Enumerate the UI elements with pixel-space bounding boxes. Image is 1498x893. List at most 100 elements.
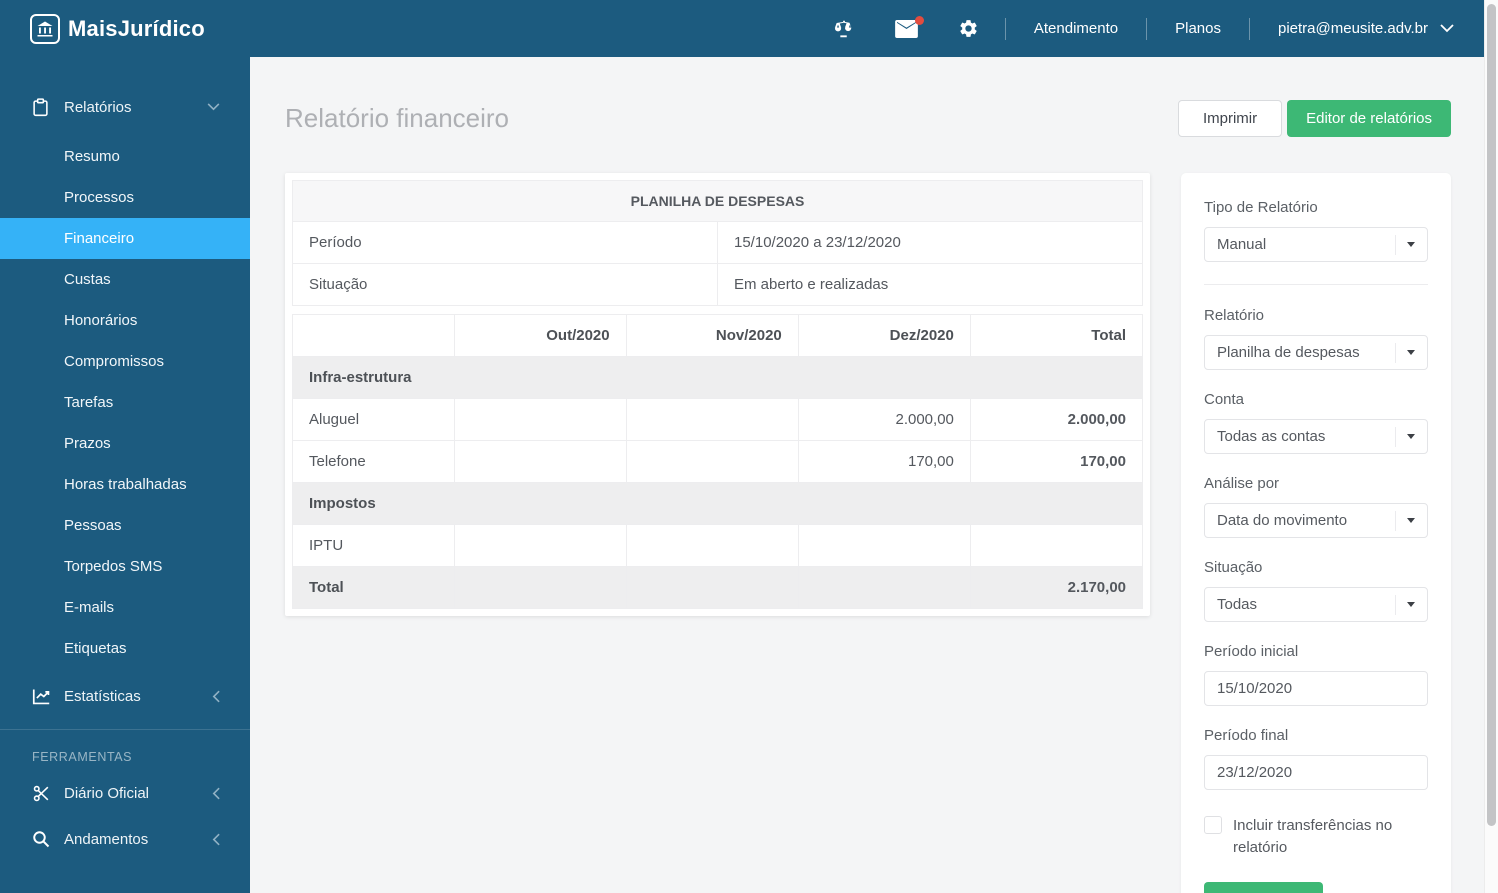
scrollbar-thumb[interactable] [1487, 4, 1496, 826]
periodo-final-label: Período final [1204, 727, 1289, 744]
page-actions: Imprimir Editor de relatórios [1177, 100, 1451, 137]
meta-row: Situação Em aberto e realizadas [292, 263, 1143, 306]
chevron-left-icon [212, 690, 220, 703]
analise-por-select[interactable]: Data do movimento [1204, 503, 1428, 538]
checkbox-label: Incluir transferências no relatório [1233, 817, 1393, 856]
meta-value: 15/10/2020 a 23/12/2020 [717, 221, 1143, 264]
report-card: PLANILHA DE DESPESAS Período 15/10/2020 … [285, 173, 1150, 616]
situacao-select[interactable]: Todas [1204, 587, 1428, 622]
sidebar-item-label: Estatísticas [64, 687, 141, 705]
situacao-label: Situação [1204, 559, 1263, 576]
chart-icon [32, 688, 51, 705]
sidebar-item-tarefas[interactable]: Tarefas [0, 382, 250, 423]
sidebar: Relatórios Resumo Processos Financeiro Cust… [0, 57, 250, 893]
topnav-planos[interactable]: Planos [1153, 20, 1243, 37]
section-row: Impostos [292, 482, 1143, 525]
sidebar-item-prazos[interactable]: Prazos [0, 423, 250, 464]
page-title: Relatório financeiro [285, 103, 510, 133]
relatorio-select[interactable]: Planilha de despesas [1204, 335, 1428, 370]
sidebar-item-torpedos-sms[interactable]: Torpedos SMS [0, 546, 250, 587]
periodo-inicial-label: Período inicial [1204, 643, 1299, 660]
divider [1004, 17, 1006, 40]
brand-name: MaisJurídico [68, 15, 205, 41]
page-scrollbar[interactable] [1484, 0, 1498, 893]
topbar: MaisJurídico Atendimento Planos pietra@m… [0, 0, 1484, 57]
print-button[interactable]: Imprimir [1177, 100, 1283, 137]
table-row: IPTU [292, 524, 1144, 567]
chevron-left-icon [212, 833, 220, 846]
tipo-relatorio-label: Tipo de Relatório [1204, 199, 1318, 216]
app-logo[interactable]: MaisJurídico [30, 13, 205, 44]
sidebar-item-label: Andamentos [64, 830, 149, 848]
analise-por-label: Análise por [1204, 475, 1280, 492]
page-header: Relatório financeiro Imprimir Editor de … [250, 57, 1484, 173]
conta-select[interactable]: Todas as contas [1204, 419, 1428, 454]
clipboard-icon [32, 97, 51, 117]
sidebar-item-estatisticas[interactable]: Estatísticas [0, 673, 250, 719]
conta-label: Conta [1204, 391, 1245, 408]
view-report-button[interactable]: Ver relatório [1204, 881, 1323, 893]
sidebar-item-honorarios[interactable]: Honorários [0, 300, 250, 341]
search-icon [32, 830, 51, 848]
meta-label: Período [292, 221, 718, 264]
report-data-table: Out/2020 Nov/2020 Dez/2020 Total Infra-estr… [292, 314, 1144, 609]
sidebar-item-pessoas[interactable]: Pessoas [0, 505, 250, 546]
periodo-inicial-input[interactable] [1204, 671, 1428, 706]
sidebar-item-horas-trabalhadas[interactable]: Horas trabalhadas [0, 464, 250, 505]
sidebar-item-relatorios[interactable]: Relatórios [0, 84, 250, 130]
topnav-atendimento[interactable]: Atendimento [1012, 20, 1140, 37]
sidebar-item-etiquetas[interactable]: Etiquetas [0, 628, 250, 669]
sidebar-item-diario-oficial[interactable]: Diário Oficial [0, 770, 250, 816]
total-row: Total 2.170,00 [292, 566, 1144, 609]
report-editor-button[interactable]: Editor de relatórios [1287, 100, 1451, 137]
notification-dot [914, 15, 924, 25]
section-row: Infra-estrutura [292, 356, 1143, 399]
relatorio-label: Relatório [1204, 307, 1265, 324]
user-menu[interactable]: pietra@meusite.adv.br [1256, 20, 1458, 37]
mail-icon[interactable] [875, 15, 938, 38]
main-content: Relatório financeiro Imprimir Editor de … [250, 57, 1484, 893]
report-meta-table: PLANILHA DE DESPESAS Período 15/10/2020 … [292, 180, 1143, 306]
sidebar-item-financeiro[interactable]: Financeiro [0, 218, 250, 259]
table-row: Telefone 170,00 170,00 [292, 440, 1144, 483]
periodo-final-input[interactable] [1204, 755, 1428, 790]
report-title: PLANILHA DE DESPESAS [292, 180, 1143, 222]
topnav: Atendimento Planos pietra@meusite.adv.br [813, 15, 1458, 40]
sidebar-item-resumo[interactable]: Resumo [0, 136, 250, 177]
include-transfers-checkbox[interactable] [1204, 816, 1222, 834]
sidebar-item-e-mails[interactable]: E-mails [0, 587, 250, 628]
column-header: Nov/2020 [625, 314, 799, 357]
sidebar-item-processos[interactable]: Processos [0, 177, 250, 218]
table-row: Aluguel 2.000,00 2.000,00 [292, 398, 1144, 441]
panel-divider [1204, 284, 1428, 285]
sidebar-item-andamentos[interactable]: Andamentos [0, 816, 250, 862]
meta-row: Período 15/10/2020 a 23/12/2020 [292, 221, 1143, 264]
chevron-down-icon [1440, 24, 1454, 33]
caret-down-icon [1395, 594, 1415, 615]
caret-down-icon [1395, 510, 1415, 531]
caret-down-icon [1395, 426, 1415, 447]
sidebar-item-custas[interactable]: Custas [0, 259, 250, 300]
sidebar-item-label: Diário Oficial [64, 784, 150, 802]
chevron-down-icon [207, 103, 220, 111]
meta-value: Em aberto e realizadas [717, 263, 1143, 306]
chevron-left-icon [212, 787, 220, 800]
gear-icon[interactable] [938, 18, 999, 39]
scissors-icon [32, 784, 51, 803]
reports-submenu: Resumo Processos Financeiro Custas Honorário… [0, 136, 250, 669]
column-header [292, 314, 455, 357]
bank-icon [30, 13, 60, 44]
divider [1146, 17, 1148, 40]
sidebar-section-ferramentas: FERRAMENTAS [32, 750, 133, 764]
tipo-relatorio-select[interactable]: Manual [1204, 227, 1428, 262]
caret-down-icon [1395, 342, 1415, 363]
scales-icon[interactable] [813, 18, 875, 40]
sidebar-item-compromissos[interactable]: Compromissos [0, 341, 250, 382]
column-header: Out/2020 [453, 314, 627, 357]
caret-down-icon [1395, 234, 1415, 255]
column-header: Dez/2020 [797, 314, 971, 357]
user-email: pietra@meusite.adv.br [1277, 20, 1428, 37]
divider [1248, 17, 1250, 40]
sidebar-item-label: Relatórios [64, 98, 132, 116]
filters-panel: Tipo de Relatório Manual Relatório Plani… [1181, 173, 1451, 893]
